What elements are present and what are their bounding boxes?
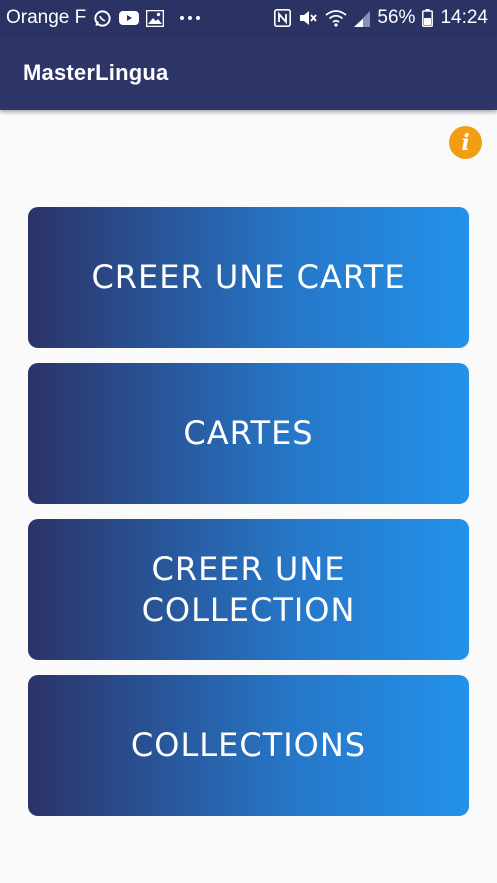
battery-icon [422,9,434,27]
wifi-icon [325,9,347,27]
app-bar: MasterLingua [0,36,497,110]
status-right: 56% 14:24 [274,7,488,29]
create-collection-button[interactable]: CREER UNE COLLECTION [28,519,469,660]
cards-button[interactable]: CARTES [28,363,469,504]
gallery-icon [146,9,165,27]
status-bar: Orange F 56% 14:24 [0,0,497,36]
youtube-icon [119,10,140,26]
collections-button[interactable]: COLLECTIONS [28,675,469,816]
nfc-icon [274,9,292,27]
cards-label: CARTES [183,414,314,452]
create-collection-label: CREER UNE COLLECTION [141,549,356,629]
app-title: MasterLingua [23,60,169,85]
main-menu: CREER UNE CARTE CARTES CREER UNE COLLECT… [28,207,469,831]
battery-percent: 56% [377,7,416,28]
more-dots-icon [179,15,201,21]
clock: 14:24 [440,7,488,28]
mute-icon [298,9,318,27]
status-left: Orange F [6,7,201,29]
whatsapp-icon [93,9,112,28]
info-icon: i [461,129,470,156]
signal-icon [354,10,371,27]
carrier-name: Orange F [6,7,87,28]
collections-label: COLLECTIONS [130,726,367,764]
create-card-label: CREER UNE CARTE [91,258,406,296]
info-button[interactable]: i [449,126,482,159]
create-card-button[interactable]: CREER UNE CARTE [28,207,469,348]
